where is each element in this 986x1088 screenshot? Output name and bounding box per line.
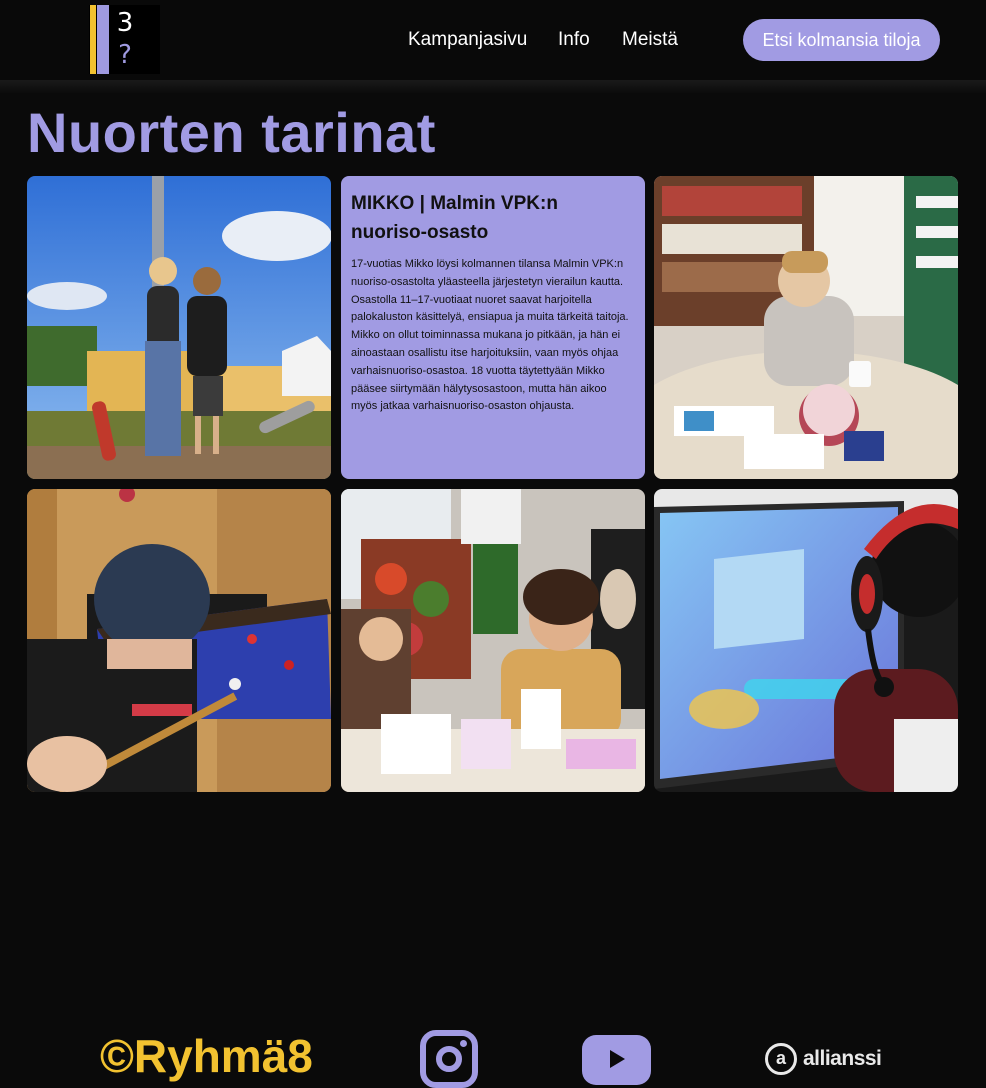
nav-link-info[interactable]: Info xyxy=(558,28,590,52)
instagram-lens xyxy=(436,1046,462,1072)
logo-yellow-bar xyxy=(90,5,96,74)
page-title: Nuorten tarinat xyxy=(27,101,436,164)
allianssi-wordmark: allianssi xyxy=(803,1047,882,1070)
logo-digit: 3 xyxy=(116,8,134,38)
youtube-icon[interactable] xyxy=(582,1035,651,1085)
photo-skateboarders[interactable] xyxy=(27,176,331,479)
logo-question-mark: ? xyxy=(118,40,132,70)
allianssi-mark: a xyxy=(765,1043,797,1075)
find-spaces-button[interactable]: Etsi kolmansia tiloja xyxy=(743,19,940,61)
nav-link-kampanjasivu[interactable]: Kampanjasivu xyxy=(408,28,527,52)
photo-pool-player[interactable] xyxy=(27,489,331,792)
story-title: MIKKO | Malmin VPK:n nuoriso-osasto xyxy=(351,193,558,243)
site-logo[interactable]: 3 ? xyxy=(89,5,160,74)
photo-library-table[interactable] xyxy=(654,176,958,479)
site-header: 3 ? Kampanjasivu Info Meistä Etsi kolman… xyxy=(0,0,986,80)
photo-gamer[interactable] xyxy=(654,489,958,792)
photo-art-table[interactable] xyxy=(341,489,645,792)
instagram-dot xyxy=(460,1040,467,1047)
allianssi-logo[interactable]: a allianssi xyxy=(765,1042,882,1076)
header-shadow xyxy=(0,80,986,94)
logo-purple-bar xyxy=(97,5,109,74)
story-card-mikko[interactable]: MIKKO | Malmin VPK:n nuoriso-osasto 17-v… xyxy=(341,176,645,479)
story-body: 17-vuotias Mikko löysi kolmannen tilansa… xyxy=(351,258,629,413)
footer-brand: ©Ryhmä8 xyxy=(100,1030,313,1082)
play-icon xyxy=(610,1050,625,1068)
nav-link-meista[interactable]: Meistä xyxy=(622,28,678,52)
instagram-icon[interactable] xyxy=(420,1030,478,1088)
